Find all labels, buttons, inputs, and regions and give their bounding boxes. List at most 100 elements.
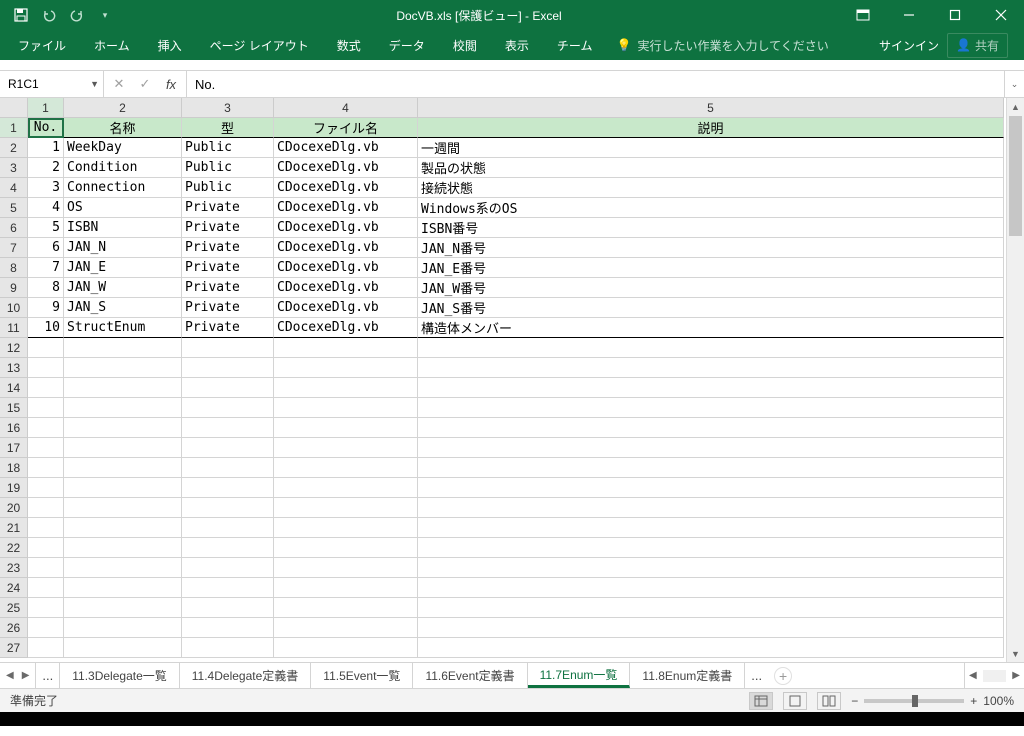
tab-prev-icon[interactable]: ◀ — [6, 670, 14, 681]
cells-area[interactable]: No.名称型ファイル名説明1WeekDayPublicCDocexeDlg.vb… — [28, 118, 1006, 662]
cell[interactable] — [28, 518, 64, 538]
cell[interactable] — [182, 638, 274, 658]
cell[interactable] — [182, 598, 274, 618]
cell[interactable]: No. — [28, 118, 64, 138]
cell[interactable] — [418, 518, 1004, 538]
cell[interactable]: JAN_S — [64, 298, 182, 318]
ribbon-tab-formulas[interactable]: 数式 — [325, 31, 373, 60]
cell[interactable]: ISBN — [64, 218, 182, 238]
cell[interactable]: Condition — [64, 158, 182, 178]
cell[interactable] — [64, 498, 182, 518]
cell[interactable]: CDocexeDlg.vb — [274, 158, 418, 178]
vertical-scrollbar[interactable]: ▲ ▼ — [1006, 98, 1024, 662]
cell[interactable]: OS — [64, 198, 182, 218]
cell[interactable] — [418, 358, 1004, 378]
cell[interactable]: Private — [182, 258, 274, 278]
name-box[interactable]: R1C1 ▼ — [2, 71, 104, 97]
cell[interactable] — [28, 618, 64, 638]
horizontal-scrollbar[interactable]: ◀ ▶ — [964, 663, 1024, 688]
row-header[interactable]: 25 — [0, 598, 28, 618]
row-header[interactable]: 8 — [0, 258, 28, 278]
cell[interactable] — [28, 538, 64, 558]
spreadsheet-grid[interactable]: 12345 1234567891011121314151617181920212… — [0, 98, 1024, 662]
cell[interactable] — [28, 358, 64, 378]
cell[interactable] — [64, 598, 182, 618]
cell[interactable]: CDocexeDlg.vb — [274, 238, 418, 258]
cell[interactable] — [182, 418, 274, 438]
cell[interactable] — [274, 578, 418, 598]
zoom-thumb[interactable] — [912, 695, 918, 707]
cell[interactable]: CDocexeDlg.vb — [274, 258, 418, 278]
undo-button[interactable] — [36, 2, 62, 28]
sheet-tab[interactable]: 11.4Delegate定義書 — [180, 663, 312, 688]
cell[interactable] — [274, 358, 418, 378]
row-header[interactable]: 24 — [0, 578, 28, 598]
cell[interactable]: 2 — [28, 158, 64, 178]
cell[interactable] — [28, 558, 64, 578]
column-header[interactable]: 5 — [418, 98, 1004, 118]
cell[interactable] — [28, 458, 64, 478]
cell[interactable] — [418, 438, 1004, 458]
cell[interactable] — [274, 438, 418, 458]
cell[interactable] — [64, 558, 182, 578]
maximize-button[interactable] — [932, 0, 978, 30]
cell[interactable]: 9 — [28, 298, 64, 318]
cell[interactable] — [182, 498, 274, 518]
cell[interactable]: ISBN番号 — [418, 218, 1004, 238]
row-header[interactable]: 5 — [0, 198, 28, 218]
cell[interactable] — [28, 598, 64, 618]
cell[interactable] — [64, 358, 182, 378]
cell[interactable]: 型 — [182, 118, 274, 138]
column-header[interactable]: 3 — [182, 98, 274, 118]
cell[interactable] — [418, 418, 1004, 438]
row-header[interactable]: 2 — [0, 138, 28, 158]
cell[interactable] — [418, 458, 1004, 478]
cell[interactable]: 6 — [28, 238, 64, 258]
cell[interactable]: 名称 — [64, 118, 182, 138]
cell[interactable] — [28, 638, 64, 658]
cell[interactable] — [418, 638, 1004, 658]
add-sheet-button[interactable]: + — [774, 667, 792, 685]
select-all-corner[interactable] — [0, 98, 28, 118]
cell[interactable] — [274, 618, 418, 638]
cell[interactable]: CDocexeDlg.vb — [274, 198, 418, 218]
cell[interactable] — [274, 498, 418, 518]
zoom-slider[interactable] — [864, 699, 964, 703]
cell[interactable] — [418, 598, 1004, 618]
zoom-value[interactable]: 100% — [983, 694, 1014, 708]
scroll-thumb[interactable] — [1009, 116, 1022, 236]
cell[interactable] — [28, 498, 64, 518]
hscroll-right-icon[interactable]: ▶ — [1012, 670, 1020, 681]
name-box-dropdown-icon[interactable]: ▼ — [90, 79, 99, 89]
cell[interactable]: Connection — [64, 178, 182, 198]
cell[interactable] — [64, 618, 182, 638]
cell[interactable]: JAN_W番号 — [418, 278, 1004, 298]
cell[interactable] — [274, 638, 418, 658]
row-header[interactable]: 23 — [0, 558, 28, 578]
cell[interactable] — [274, 378, 418, 398]
cell[interactable] — [274, 418, 418, 438]
cell[interactable]: ファイル名 — [274, 118, 418, 138]
cell[interactable] — [274, 518, 418, 538]
cell[interactable] — [28, 578, 64, 598]
fx-button[interactable]: fx — [160, 77, 182, 92]
cell[interactable]: 製品の状態 — [418, 158, 1004, 178]
cell[interactable] — [64, 418, 182, 438]
cell[interactable] — [182, 378, 274, 398]
cell[interactable]: StructEnum — [64, 318, 182, 338]
cell[interactable] — [274, 598, 418, 618]
cell[interactable] — [274, 398, 418, 418]
column-header[interactable]: 1 — [28, 98, 64, 118]
cell[interactable]: JAN_E — [64, 258, 182, 278]
cell[interactable]: 5 — [28, 218, 64, 238]
row-header[interactable]: 18 — [0, 458, 28, 478]
hscroll-track[interactable] — [983, 670, 1007, 682]
cell[interactable]: JAN_N番号 — [418, 238, 1004, 258]
cell[interactable]: CDocexeDlg.vb — [274, 138, 418, 158]
signin-link[interactable]: サインイン — [879, 37, 939, 54]
cell[interactable]: 1 — [28, 138, 64, 158]
cell[interactable] — [64, 578, 182, 598]
row-header[interactable]: 17 — [0, 438, 28, 458]
close-button[interactable] — [978, 0, 1024, 30]
cell[interactable] — [182, 338, 274, 358]
